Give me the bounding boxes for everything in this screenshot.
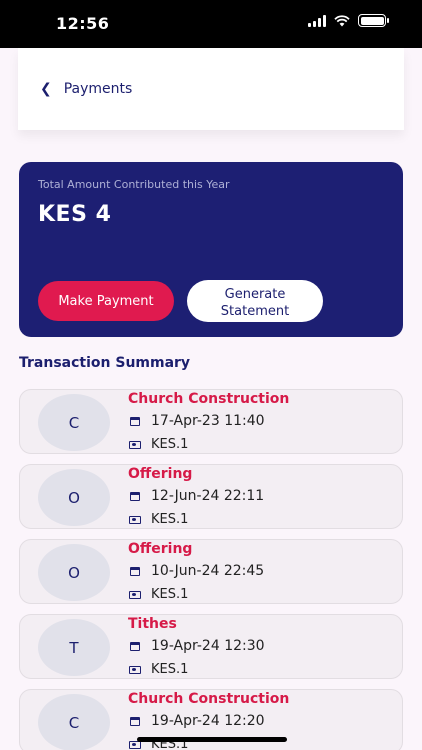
transaction-amount: KES.1	[151, 587, 189, 602]
transaction-title: Offering	[128, 466, 193, 482]
back-button[interactable]: ❮ Payments	[40, 81, 132, 97]
transaction-datetime: 19-Apr-24 12:30	[151, 638, 265, 654]
transaction-amount: KES.1	[151, 437, 189, 452]
signal-icon	[308, 14, 326, 27]
transaction-datetime: 12-Jun-24 22:11	[151, 488, 265, 504]
transaction-summary-heading: Transaction Summary	[19, 355, 191, 371]
calendar-icon	[130, 716, 140, 726]
transaction-item[interactable]: O Offering 12-Jun-24 22:11 KES.1	[19, 464, 403, 529]
transaction-datetime: 10-Jun-24 22:45	[151, 563, 265, 579]
transaction-title: Church Construction	[128, 691, 290, 707]
transaction-amount: KES.1	[151, 512, 189, 527]
total-amount-label: Total Amount Contributed this Year	[38, 178, 230, 191]
calendar-icon	[130, 641, 140, 651]
transaction-item[interactable]: O Offering 10-Jun-24 22:45 KES.1	[19, 539, 403, 604]
page-title: Payments	[63, 81, 133, 97]
status-bar: 12:56	[0, 0, 422, 48]
money-icon	[129, 515, 141, 524]
money-icon	[129, 665, 141, 674]
transaction-avatar: C	[38, 394, 110, 451]
chevron-left-icon: ❮	[40, 81, 52, 97]
generate-statement-line2: Statement	[220, 303, 290, 319]
money-icon	[129, 440, 141, 449]
status-icons	[308, 14, 389, 27]
generate-statement-line1: Generate	[224, 286, 286, 302]
transaction-title: Offering	[128, 541, 193, 557]
status-time: 12:56	[56, 14, 110, 33]
transaction-list: C Church Construction 17-Apr-23 11:40 KE…	[19, 389, 403, 750]
transaction-title: Church Construction	[128, 391, 290, 407]
home-indicator[interactable]	[137, 737, 287, 742]
transaction-avatar: T	[38, 619, 110, 676]
transaction-item[interactable]: C Church Construction 17-Apr-23 11:40 KE…	[19, 389, 403, 454]
money-icon	[129, 590, 141, 599]
transaction-title: Tithes	[128, 616, 177, 632]
generate-statement-button[interactable]: Generate Statement	[187, 280, 323, 322]
calendar-icon	[130, 566, 140, 576]
calendar-icon	[130, 416, 140, 426]
transaction-avatar: C	[38, 694, 110, 750]
contribution-summary-card: Total Amount Contributed this Year KES 4…	[19, 162, 403, 337]
wifi-icon	[334, 14, 350, 26]
transaction-avatar: O	[38, 544, 110, 601]
total-amount-value: KES 4	[38, 202, 112, 227]
transaction-datetime: 17-Apr-23 11:40	[151, 413, 265, 429]
transaction-datetime: 19-Apr-24 12:20	[151, 713, 265, 729]
battery-icon	[358, 14, 389, 27]
transaction-amount: KES.1	[151, 662, 189, 677]
header-bar: ❮ Payments	[18, 48, 404, 130]
transaction-item[interactable]: T Tithes 19-Apr-24 12:30 KES.1	[19, 614, 403, 679]
calendar-icon	[130, 491, 140, 501]
transaction-avatar: O	[38, 469, 110, 526]
make-payment-button[interactable]: Make Payment	[38, 281, 174, 321]
